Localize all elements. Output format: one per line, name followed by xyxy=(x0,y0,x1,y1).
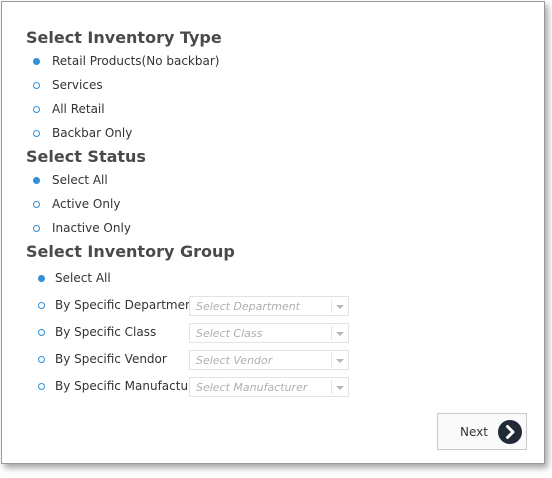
option-label: All Retail xyxy=(52,102,105,116)
radio-icon[interactable] xyxy=(33,200,40,208)
inventory-type-services[interactable]: Services xyxy=(33,78,103,92)
chevron-down-icon[interactable] xyxy=(336,359,344,363)
radio-icon[interactable] xyxy=(33,224,40,232)
vendor-select[interactable]: Select Vendor xyxy=(189,350,349,370)
radio-icon[interactable] xyxy=(38,355,45,363)
select-divider xyxy=(331,353,332,367)
department-select[interactable]: Select Department xyxy=(189,296,349,316)
status-inactive-only[interactable]: Inactive Only xyxy=(33,221,131,235)
inventory-type-retail-products[interactable]: Retail Products(No backbar) xyxy=(33,54,219,68)
chevron-down-icon[interactable] xyxy=(336,305,344,309)
class-select-placeholder: Select Class xyxy=(196,326,263,340)
option-label: Select All xyxy=(55,271,111,285)
option-label: Active Only xyxy=(52,197,121,211)
radio-selected-icon[interactable] xyxy=(38,274,45,282)
radio-selected-icon[interactable] xyxy=(33,176,40,184)
option-label: By Specific Manufacturer xyxy=(55,379,206,393)
inventory-type-all-retail[interactable]: All Retail xyxy=(33,102,105,116)
radio-icon[interactable] xyxy=(33,105,40,113)
group-by-vendor[interactable]: By Specific Vendor xyxy=(38,352,167,366)
manufacturer-select[interactable]: Select Manufacturer xyxy=(189,377,349,397)
select-divider xyxy=(331,299,332,313)
department-select-placeholder: Select Department xyxy=(196,299,300,313)
next-button[interactable]: Next xyxy=(437,413,527,450)
status-active-only[interactable]: Active Only xyxy=(33,197,120,211)
inventory-filter-panel: Select Inventory Type Retail Products(No… xyxy=(1,1,545,464)
status-select-all[interactable]: Select All xyxy=(33,173,108,187)
radio-icon[interactable] xyxy=(38,328,45,336)
inventory-type-title: Select Inventory Type xyxy=(26,28,222,47)
group-select-all[interactable]: Select All xyxy=(38,271,111,285)
class-select[interactable]: Select Class xyxy=(189,323,349,343)
radio-icon[interactable] xyxy=(33,81,40,89)
radio-icon[interactable] xyxy=(38,301,45,309)
option-label: By Specific Department xyxy=(55,298,198,312)
option-label: Retail Products(No backbar) xyxy=(52,54,220,68)
radio-icon[interactable] xyxy=(38,382,45,390)
vendor-select-placeholder: Select Vendor xyxy=(196,353,273,367)
inventory-type-backbar-only[interactable]: Backbar Only xyxy=(33,126,132,140)
option-label: Backbar Only xyxy=(52,126,133,140)
radio-selected-icon[interactable] xyxy=(33,57,40,65)
manufacturer-select-placeholder: Select Manufacturer xyxy=(196,380,308,394)
chevron-right-icon[interactable] xyxy=(498,420,522,444)
group-by-manufacturer[interactable]: By Specific Manufacturer xyxy=(38,379,205,393)
option-label: Inactive Only xyxy=(52,221,131,235)
next-button-label: Next xyxy=(460,425,488,439)
chevron-down-icon[interactable] xyxy=(336,332,344,336)
select-divider xyxy=(331,380,332,394)
status-title: Select Status xyxy=(26,147,146,166)
select-divider xyxy=(331,326,332,340)
option-label: Select All xyxy=(52,173,108,187)
radio-icon[interactable] xyxy=(33,129,40,137)
inventory-group-title: Select Inventory Group xyxy=(26,242,235,261)
group-by-class[interactable]: By Specific Class xyxy=(38,325,156,339)
option-label: Services xyxy=(52,78,103,92)
option-label: By Specific Class xyxy=(55,325,157,339)
group-by-department[interactable]: By Specific Department xyxy=(38,298,197,312)
option-label: By Specific Vendor xyxy=(55,352,167,366)
chevron-down-icon[interactable] xyxy=(336,386,344,390)
